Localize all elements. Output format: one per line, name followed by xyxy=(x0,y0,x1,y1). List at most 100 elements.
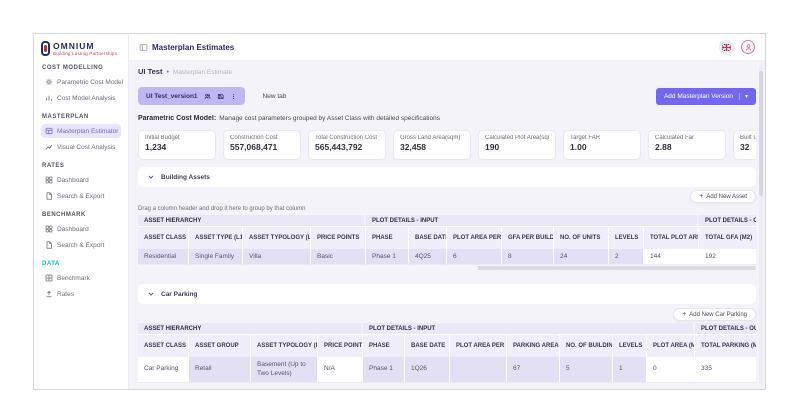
table-cell[interactable]: N/A xyxy=(318,357,363,383)
sidebar: OMNIUM Building Lasting Partnerships COS… xyxy=(34,34,129,389)
content: UI Test • Masterplan Estimate UI Test_ve… xyxy=(129,61,765,389)
table-cell[interactable]: Villa xyxy=(243,249,311,265)
language-flag-button[interactable] xyxy=(719,39,734,55)
table-cell[interactable]: Single Family xyxy=(189,249,243,265)
sidebar-item-benchmark[interactable]: Benchmark xyxy=(41,271,121,285)
chevron-down-icon xyxy=(147,290,155,298)
stat-card-label: Initial Budget xyxy=(145,135,180,141)
column-header-price-points[interactable]: PRICE POINTS xyxy=(318,335,363,357)
column-header-asset-type-l1[interactable]: ASSET TYPE (L1) xyxy=(189,227,243,249)
breadcrumb-title: UI Test xyxy=(138,67,163,76)
sidebar-item-rates[interactable]: Rates xyxy=(41,287,121,301)
sidebar-item-search-export[interactable]: Search & Export xyxy=(41,238,121,252)
column-header-total-plot-are[interactable]: TOTAL PLOT ARE... xyxy=(644,227,699,249)
page-title: Masterplan Estimates xyxy=(152,42,235,52)
add-new-car-parking-button[interactable]: + Add New Car Parking xyxy=(673,308,756,321)
more-vertical-icon[interactable] xyxy=(230,93,237,100)
breadcrumb: UI Test • Masterplan Estimate xyxy=(138,67,756,79)
trend-icon xyxy=(45,143,53,151)
table-cell[interactable]: 1Q26 xyxy=(405,357,450,383)
add-new-asset-button[interactable]: + Add New Asset xyxy=(690,190,756,203)
user-avatar[interactable] xyxy=(741,40,755,54)
column-header-price-points[interactable]: PRICE POINTS xyxy=(311,227,366,249)
sidebar-item-dashboard[interactable]: Dashboard xyxy=(41,222,121,236)
table-cell[interactable] xyxy=(450,357,507,383)
nav-section-label-masterplan: MASTERPLAN xyxy=(42,114,89,120)
group-header: PLOT DETAILS - OUTPUT xyxy=(695,323,756,335)
table-cell[interactable]: Basic xyxy=(311,249,366,265)
sidebar-item-label: Masterplan Estimator xyxy=(57,127,119,135)
sidebar-item-visual-cost-analysis[interactable]: Visual Cost Analysis xyxy=(41,140,121,154)
accordion-car-parking[interactable]: Car Parking xyxy=(138,284,756,304)
table-cell[interactable]: 2 xyxy=(609,249,644,265)
table-cell[interactable]: Retail xyxy=(189,357,251,383)
accordion-label: Building Assets xyxy=(161,173,210,181)
column-header-no-of-units[interactable]: NO. OF UNITS xyxy=(554,227,609,249)
horizontal-scrollbar[interactable] xyxy=(138,266,756,270)
table-cell[interactable]: 8 xyxy=(502,249,554,265)
sidebar-item-cost-model-analysis[interactable]: Cost Model Analysis xyxy=(41,91,121,105)
column-header-total-gfa-m2[interactable]: TOTAL GFA (M2) xyxy=(699,227,756,249)
accordion-building-assets[interactable]: Building Assets xyxy=(138,167,756,187)
column-header-levels[interactable]: LEVELS xyxy=(609,227,644,249)
sidebar-item-masterplan-estimator[interactable]: Masterplan Estimator xyxy=(41,124,121,138)
column-header-plot-area-per-u[interactable]: PLOT AREA PER U... xyxy=(450,335,507,357)
table-cell[interactable]: 192 xyxy=(699,249,756,265)
vertical-scrollbar[interactable] xyxy=(759,65,763,385)
column-header-gfa-per-building[interactable]: GFA PER BUILDING xyxy=(502,227,554,249)
column-header-base-date[interactable]: BASE DATE xyxy=(409,227,447,249)
logo-tagline: Building Lasting Partnerships xyxy=(53,51,118,56)
add-masterplan-version-button[interactable]: Add Masterplan Version ▾ xyxy=(655,87,756,105)
column-header-total-parking-m2[interactable]: TOTAL PARKING (M2) xyxy=(695,335,756,357)
column-header-plot-area-per-b[interactable]: PLOT AREA PER B... xyxy=(447,227,502,249)
column-header-phase[interactable]: PHASE xyxy=(366,227,409,249)
table-cell[interactable]: Basement (Up to Two Levels) xyxy=(251,357,318,383)
column-header-plot-area-m2[interactable]: PLOT AREA (M2) xyxy=(647,335,695,357)
scrollbar-thumb[interactable] xyxy=(759,71,763,196)
table-cell[interactable]: 67 xyxy=(507,357,560,383)
table-cell[interactable]: 6 xyxy=(447,249,502,265)
sidebar-item-dashboard[interactable]: Dashboard xyxy=(41,173,121,187)
column-header-phase[interactable]: PHASE xyxy=(363,335,405,357)
stat-card-gross-land-area-sqm: Gross Land Area(sqm) 32,458 xyxy=(393,130,471,160)
share-users-icon[interactable] xyxy=(204,93,211,100)
table-cell[interactable]: Residential xyxy=(138,249,189,265)
stat-card-value: 190 xyxy=(485,142,500,152)
caret-down-icon[interactable]: ▾ xyxy=(738,92,748,100)
grid-icon xyxy=(45,274,53,282)
table-cell[interactable]: 0 xyxy=(647,357,695,383)
stat-card-label: Target FAR xyxy=(570,135,601,141)
column-header-parking-area[interactable]: PARKING AREA xyxy=(507,335,560,357)
column-header-asset-class[interactable]: ASSET CLASS xyxy=(138,335,189,357)
table-cell[interactable]: 4Q25 xyxy=(409,249,447,265)
group-header: ASSET HIERARCHY xyxy=(138,215,366,227)
save-icon[interactable] xyxy=(217,93,224,100)
table-cell[interactable]: 1 xyxy=(613,357,647,383)
panel-toggle-icon[interactable] xyxy=(139,43,148,52)
table-cell[interactable]: Phase 1 xyxy=(363,357,405,383)
column-header-asset-typology-l2[interactable]: ASSET TYPOLOGY (L2) xyxy=(251,335,318,357)
table-cell[interactable]: 335 xyxy=(695,357,756,383)
column-header-asset-typology-l2[interactable]: ASSET TYPOLOGY (L2) xyxy=(243,227,311,249)
group-drop-hint: Drag a column header and drop it here to… xyxy=(138,206,306,212)
column-header-asset-class[interactable]: ASSET CLASS xyxy=(138,227,189,249)
stat-card-value: 32,458 xyxy=(400,142,426,152)
column-header-no-of-buildings[interactable]: NO. OF BUILDINGS xyxy=(560,335,613,357)
uk-flag-icon xyxy=(722,43,731,51)
column-header-asset-group[interactable]: ASSET GROUP xyxy=(189,335,251,357)
column-header-base-date[interactable]: BASE DATE xyxy=(405,335,450,357)
table-cell[interactable]: 5 xyxy=(560,357,613,383)
table-cell[interactable]: 144 xyxy=(644,249,699,265)
file-icon xyxy=(45,192,53,200)
version-tab[interactable]: UI Test_version1 xyxy=(138,87,245,105)
add-new-car-parking-label: Add New Car Parking xyxy=(689,311,747,318)
stat-card-value: 1,234 xyxy=(145,142,167,152)
column-header-levels[interactable]: LEVELS xyxy=(613,335,647,357)
table-cell[interactable]: Phase 1 xyxy=(366,249,409,265)
table-cell[interactable]: 24 xyxy=(554,249,609,265)
new-tab-button[interactable]: New tab xyxy=(263,93,287,100)
table-cell[interactable]: Car Parking xyxy=(138,357,189,383)
sidebar-item-parametric-cost-model[interactable]: Parametric Cost Model xyxy=(41,75,123,89)
sidebar-item-search-export[interactable]: Search & Export xyxy=(41,189,121,203)
scrollbar-thumb[interactable] xyxy=(138,266,478,270)
